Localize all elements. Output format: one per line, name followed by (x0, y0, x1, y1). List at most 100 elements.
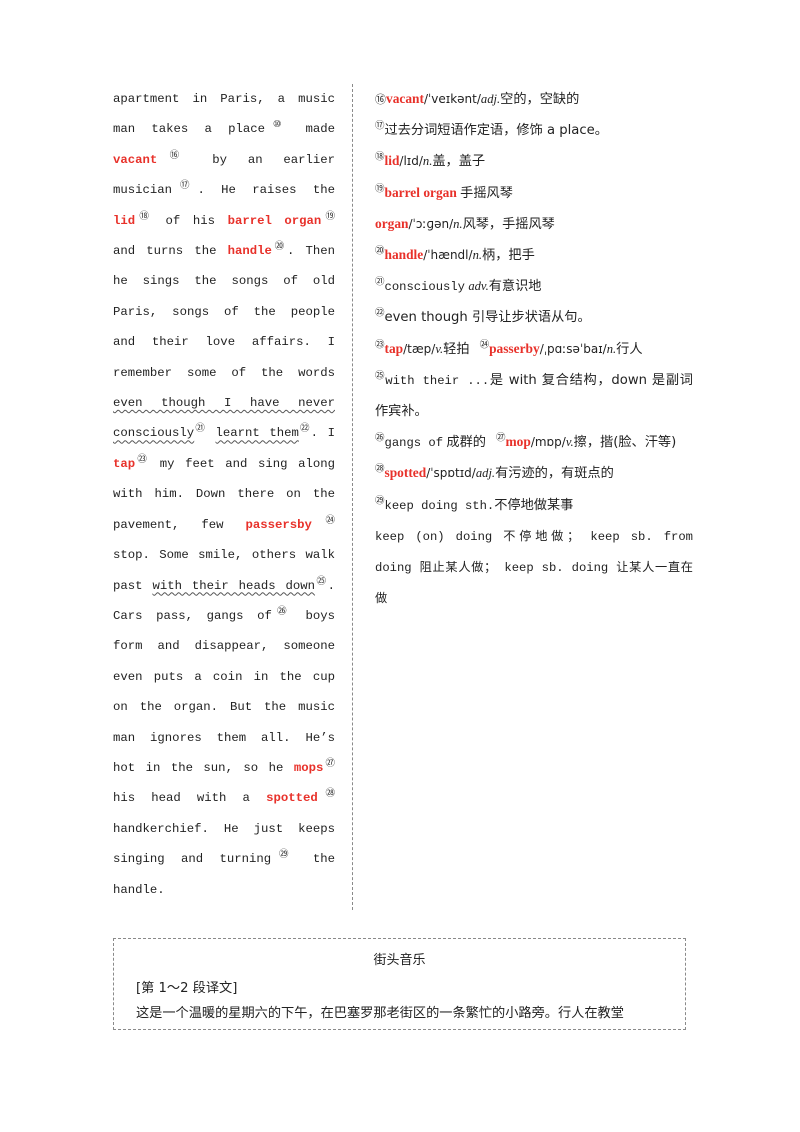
keyword-handle: handle (227, 244, 272, 259)
keyword-mops: mops (293, 760, 324, 775)
note-organ: organ/ˈɔːɡən/n.风琴，手摇风琴 (375, 209, 693, 240)
note-pos: adj. (480, 92, 501, 106)
note-33: ㉙keep doing sth.不停地做某事 (375, 490, 693, 521)
annotated-text-region: apartment in Paris, a music man takes a … (113, 84, 693, 912)
note-word: lid (384, 153, 400, 169)
passage-column: apartment in Paris, a music man takes a … (113, 84, 335, 935)
keyword-passersby: passersby (245, 517, 312, 532)
note-pos: n. (472, 248, 483, 263)
note-gloss: 柄，把手 (482, 248, 535, 264)
footnote-marker-26: ㉒ (298, 423, 311, 435)
note-marker-22: ⑱ (375, 151, 385, 163)
note-gloss: 行人 (616, 341, 643, 357)
note-27-28: ㉓tap/tæp/v.轻拍 ㉔passerby/ˌpɑːsəˈbaɪ/n.行人 (375, 334, 693, 365)
note-23: ⑲barrel organ 手摇风琴 (375, 178, 693, 209)
note-29: ㉕with their ...是 with 复合结构，down 是副词作宾补。 (375, 365, 693, 427)
footnote-marker-23: ⑲ (321, 210, 335, 222)
note-gloss: 擦，揩(脸、汗等) (573, 435, 677, 451)
note-24: ⑳handle/ˈhændl/n.柄，把手 (375, 240, 693, 271)
footnote-marker-31: ㉗ (323, 757, 335, 769)
note-pos: n. (453, 216, 463, 231)
note-word: handle (384, 247, 424, 263)
note-word: consciously (384, 280, 465, 295)
footnote-marker-24: ⑳ (271, 240, 287, 252)
translation-box-label: [第 1～2 段译文] (136, 981, 238, 996)
note-gloss-en: keep doing sth. (384, 498, 495, 513)
note-gloss: 手摇风琴 (460, 185, 513, 201)
note-phonetic: /ˌpɑːsəˈbaɪ/ (539, 341, 607, 356)
note-gloss: 有意识地 (488, 279, 542, 295)
keyword-spotted: spotted (266, 791, 318, 806)
note-word: organ (375, 215, 409, 231)
note-marker-21: ⑰ (375, 120, 385, 132)
note-phonetic: /mɒp/ (530, 435, 566, 450)
note-marker-20: ⑯ (375, 93, 386, 106)
column-divider (352, 84, 353, 910)
footnote-marker-30: ㉖ (271, 605, 292, 617)
note-marker-29: ㉕ (375, 370, 386, 382)
passage-paragraph: apartment in Paris, a music man takes a … (113, 84, 335, 935)
note-marker-28: ㉔ (479, 339, 490, 351)
note-word: mop (505, 434, 531, 450)
note-pos: n. (422, 154, 433, 169)
passage-run: made (289, 122, 335, 137)
footnote-marker-21: ⑰ (172, 180, 198, 192)
note-22: ⑱lid/lɪd/n.盖，盖子 (375, 146, 693, 177)
note-20: ⑯vacant/ˈveɪkənt/adj.空的，空缺的 (375, 84, 693, 115)
footnote-marker-27: ㉓ (135, 453, 150, 465)
footnote-marker-19: ⑩ (265, 119, 290, 131)
note-word: barrel organ (384, 184, 457, 200)
note-pos: adv. (468, 279, 489, 294)
passage-run: . He raises the (197, 183, 335, 198)
note-phonetic: /lɪd/ (399, 154, 423, 169)
note-word: tap (384, 340, 404, 356)
footnote-marker-20: ⑯ (157, 149, 192, 161)
footnote-marker-28: ㉔ (311, 514, 335, 526)
note-32: ㉘spotted/ˈspɒtɪd/adj.有污迹的，有斑点的 (375, 458, 693, 489)
passage-run: boys form and disappear, someone even pu… (113, 608, 335, 775)
note-marker-24: ⑳ (375, 245, 385, 257)
note-phonetic: /ˈhændl/ (423, 248, 473, 263)
note-gloss: 空的，空缺的 (500, 92, 580, 107)
note-phonetic: /ˈɔːɡən/ (408, 216, 454, 231)
note-word: gangs of (384, 436, 444, 451)
note-gloss: 不停地做某事 (494, 497, 574, 513)
note-gloss: 有污迹的，有斑点的 (495, 466, 614, 482)
highlighted-clause-2: learnt them (215, 426, 299, 441)
note-word: spotted (384, 465, 427, 481)
note-pos: v. (435, 341, 444, 356)
note-34: keep (on) doing 不停地做； keep sb. from doin… (375, 521, 693, 615)
note-word: passerby (489, 340, 540, 356)
note-phonetic: /ˈspɒtɪd/ (426, 466, 476, 481)
passage-run: his head with a (113, 791, 267, 806)
footnote-marker-22: ⑱ (135, 210, 153, 222)
note-marker-25: ㉑ (375, 276, 385, 288)
footnote-marker-32: ㉘ (317, 788, 335, 800)
passage-run: of his (153, 213, 228, 228)
passage-run: . I (310, 426, 335, 441)
passage-run: and turns the (113, 244, 228, 259)
translation-box-title: 街头音乐 (373, 953, 426, 968)
keyword-lid: lid (113, 213, 136, 228)
note-gloss: 盖，盖子 (432, 154, 486, 170)
note-marker-30: ㉖ (375, 432, 385, 444)
passage-run: . Then he sings the songs of old Paris, … (113, 244, 335, 380)
note-marker-31: ㉗ (496, 432, 506, 444)
highlighted-clause-3: with their heads down (152, 578, 316, 593)
footnote-marker-25: ㉑ (194, 423, 206, 435)
note-26: ㉒even though 引导让步状语从句。 (375, 302, 693, 333)
note-gloss: 成群的 (446, 435, 486, 451)
translation-box-body: 这是一个温暖的星期六的下午，在巴塞罗那老街区的一条繁忙的小路旁。行人在教堂 (136, 1006, 624, 1021)
keyword-barrel-organ: barrel organ (227, 213, 322, 228)
note-marker-32: ㉘ (375, 463, 385, 475)
note-marker-26: ㉒ (375, 307, 385, 319)
document-page: apartment in Paris, a music man takes a … (0, 0, 800, 1132)
footnote-marker-33: ㉙ (271, 849, 297, 861)
keyword-tap: tap (113, 456, 136, 471)
translation-box: 街头音乐 [第 1～2 段译文] 这是一个温暖的星期六的下午，在巴塞罗那老街区的… (113, 938, 686, 1030)
notes-column: ⑯vacant/ˈveɪkənt/adj.空的，空缺的 ⑰过去分词短语作定语，修… (375, 84, 693, 614)
note-gloss: 轻拍 (443, 341, 470, 357)
note-30-31: ㉖gangs of 成群的 ㉗mop/mɒp/v.擦，揩(脸、汗等) (375, 427, 693, 458)
keyword-vacant: vacant (113, 152, 158, 167)
note-gloss: 风琴，手摇风琴 (462, 216, 555, 232)
